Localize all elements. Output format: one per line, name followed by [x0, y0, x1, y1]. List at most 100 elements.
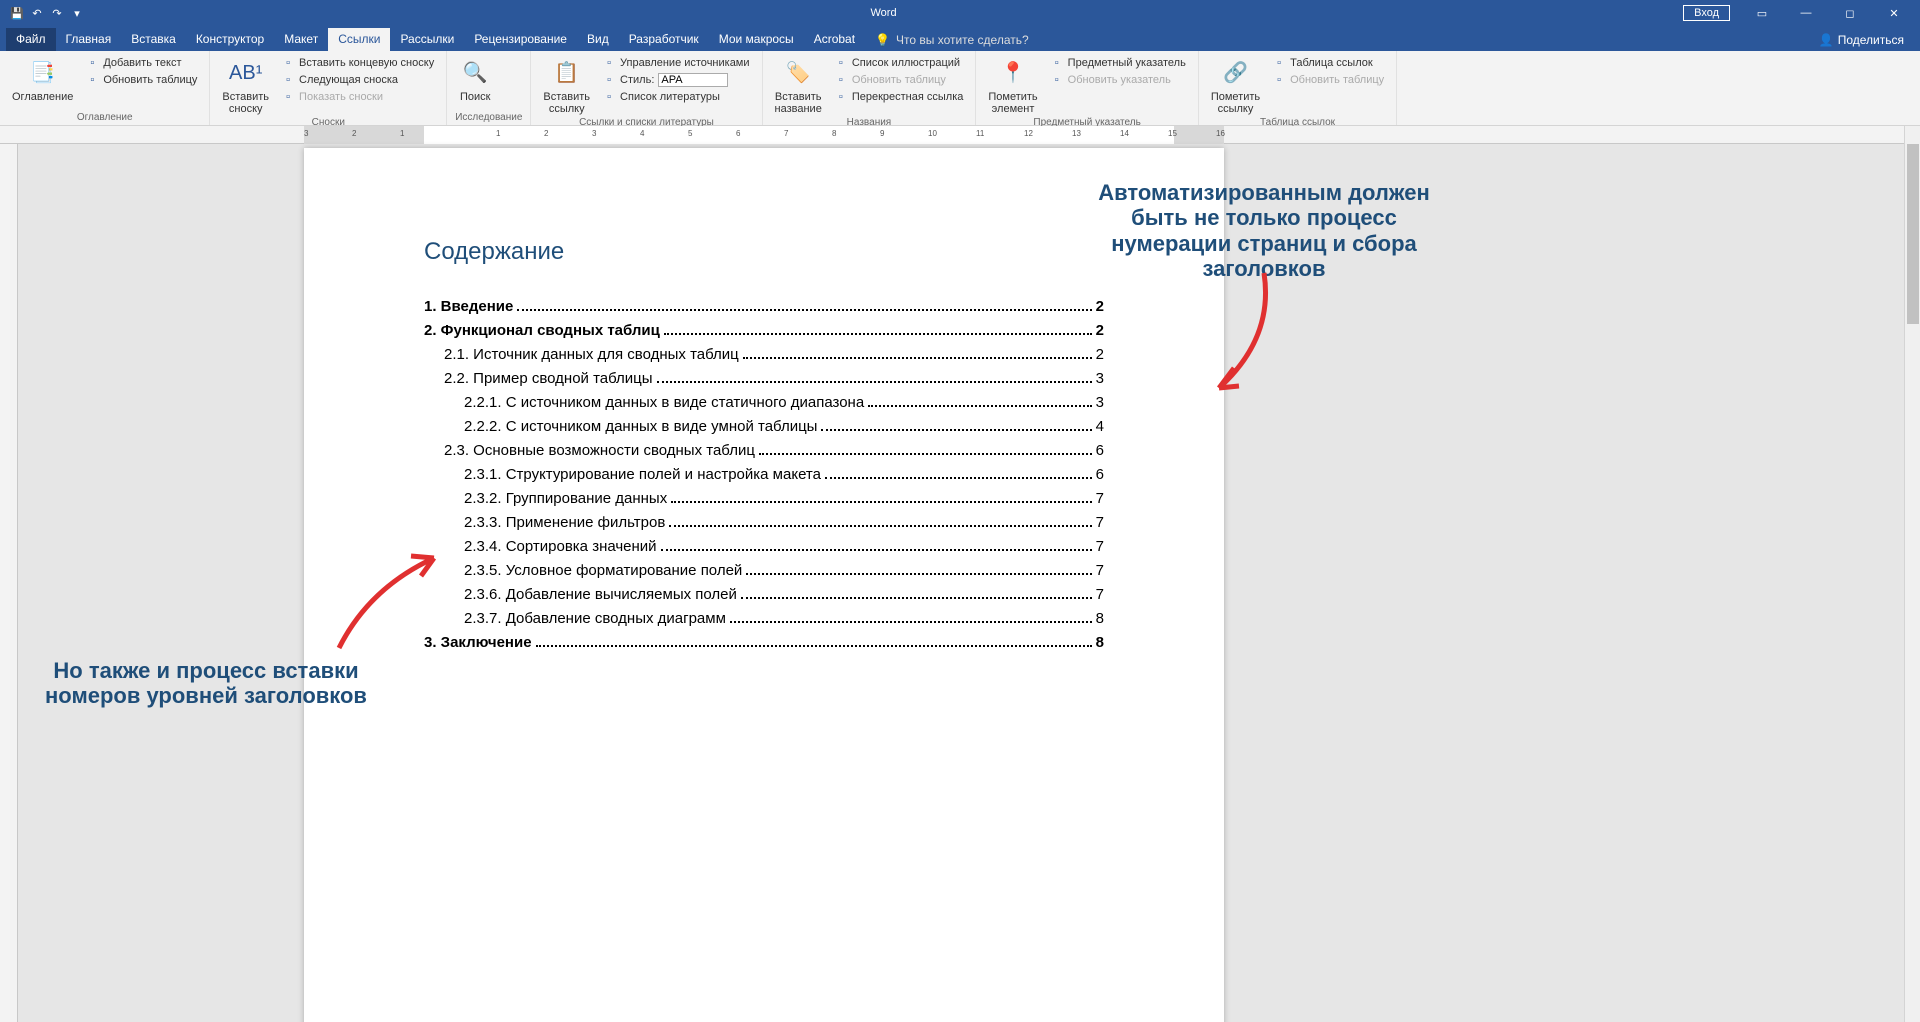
- tab-ссылки[interactable]: Ссылки: [328, 28, 390, 51]
- ribbon-big-button[interactable]: 🔗Пометитьссылку: [1207, 55, 1264, 117]
- qat-customize-icon[interactable]: ▾: [70, 6, 84, 20]
- ribbon-big-button[interactable]: 🏷️Вставитьназвание: [771, 55, 826, 117]
- share-button[interactable]: 👤 Поделиться: [1803, 29, 1920, 51]
- tab-рецензирование[interactable]: Рецензирование: [464, 28, 577, 51]
- undo-icon[interactable]: ↶: [30, 6, 44, 20]
- toc-entry[interactable]: 2.3.1. Структурирование полей и настройк…: [464, 466, 1104, 483]
- toc-entry[interactable]: 2.3.3. Применение фильтров 7: [464, 514, 1104, 531]
- toc-text: 2.2.1. С источником данных в виде статич…: [464, 394, 864, 411]
- toc-leader-dots: [746, 573, 1091, 575]
- ruler-tick: 16: [1216, 129, 1225, 138]
- ribbon-small-button[interactable]: ▫Вставить концевую сноску: [277, 55, 438, 71]
- save-icon[interactable]: 💾: [10, 6, 24, 20]
- toc-leader-dots: [661, 549, 1092, 551]
- ribbon-big-label: Вставитьназвание: [775, 91, 822, 115]
- app-title: Word: [84, 7, 1683, 19]
- scrollbar-thumb[interactable]: [1907, 144, 1919, 324]
- ribbon-small-button[interactable]: ▫Обновить таблицу: [81, 72, 201, 88]
- ruler-tick: 14: [1120, 129, 1129, 138]
- style-select[interactable]: [658, 73, 728, 87]
- tab-главная[interactable]: Главная: [56, 28, 122, 51]
- ruler-tick: 8: [832, 129, 836, 138]
- lightbulb-icon: 💡: [875, 33, 890, 47]
- small-label: Вставить концевую сноску: [299, 57, 434, 69]
- toc-entry[interactable]: 2.3.7. Добавление сводных диаграмм 8: [464, 610, 1104, 627]
- toc-entry[interactable]: 1. Введение 2: [424, 298, 1104, 315]
- small-label: Список иллюстраций: [852, 57, 960, 69]
- ribbon-small-button[interactable]: ▫Следующая сноска: [277, 72, 438, 88]
- tab-вставка[interactable]: Вставка: [121, 28, 186, 51]
- ribbon-small-button[interactable]: ▫Перекрестная ссылка: [830, 89, 968, 105]
- title-bar: 💾 ↶ ↷ ▾ Word Вход ▭ — ◻ ✕: [0, 0, 1920, 26]
- toc-text: 2. Функционал сводных таблиц: [424, 322, 660, 339]
- vertical-ruler[interactable]: [0, 144, 18, 1022]
- ribbon-small-button[interactable]: ▫Добавить текст: [81, 55, 201, 71]
- ribbon-small-button[interactable]: ▫Обновить указатель: [1046, 72, 1190, 88]
- ribbon-small-button[interactable]: ▫Список литературы: [598, 89, 753, 105]
- small-icon: ▫: [1272, 56, 1286, 70]
- small-icon: ▫: [834, 90, 848, 104]
- ruler-tick: 2: [544, 129, 548, 138]
- annotation-right: Автоматизированным должен быть не только…: [1084, 180, 1444, 281]
- tab-вид[interactable]: Вид: [577, 28, 619, 51]
- toc-entry[interactable]: 2.3.6. Добавление вычисляемых полей 7: [464, 586, 1104, 603]
- tab-acrobat[interactable]: Acrobat: [804, 28, 865, 51]
- ribbon-display-icon[interactable]: ▭: [1742, 0, 1782, 26]
- ribbon-small-button[interactable]: ▫Предметный указатель: [1046, 55, 1190, 71]
- ribbon-small-button[interactable]: ▫Показать сноски: [277, 89, 438, 105]
- tab-макет[interactable]: Макет: [274, 28, 328, 51]
- ribbon-small-button[interactable]: ▫Обновить таблицу: [830, 72, 968, 88]
- tab-разработчик[interactable]: Разработчик: [619, 28, 709, 51]
- toc-leader-dots: [669, 525, 1091, 527]
- ribbon-big-button[interactable]: 📍Пометитьэлемент: [984, 55, 1041, 117]
- tab-мои макросы[interactable]: Мои макросы: [709, 28, 804, 51]
- toc-entry[interactable]: 2.3.2. Группирование данных 7: [464, 490, 1104, 507]
- ruler-tick: 13: [1072, 129, 1081, 138]
- toc-entry[interactable]: 2.3.4. Сортировка значений 7: [464, 538, 1104, 555]
- small-icon: ▫: [602, 73, 616, 87]
- login-button[interactable]: Вход: [1683, 5, 1730, 21]
- ribbon-small-button[interactable]: ▫Стиль:: [598, 72, 753, 88]
- ribbon-big-button[interactable]: 🔍 Поиск: [455, 55, 495, 105]
- ribbon-big-button[interactable]: AB¹Вставитьсноску: [218, 55, 273, 117]
- ruler-tick: 10: [928, 129, 937, 138]
- ribbon-big-label: Поиск: [460, 91, 490, 103]
- toc-text: 2.2. Пример сводной таблицы: [444, 370, 653, 387]
- ruler-tick: 12: [1024, 129, 1033, 138]
- ribbon-small-button[interactable]: ▫Управление источниками: [598, 55, 753, 71]
- document-page[interactable]: Содержание 1. Введение 22. Функционал св…: [304, 148, 1224, 1022]
- minimize-icon[interactable]: —: [1786, 0, 1826, 26]
- tab-рассылки[interactable]: Рассылки: [390, 28, 464, 51]
- toc-entry[interactable]: 2.2. Пример сводной таблицы 3: [444, 370, 1104, 387]
- toc-entry[interactable]: 2.3.5. Условное форматирование полей 7: [464, 562, 1104, 579]
- quick-access-toolbar: 💾 ↶ ↷ ▾: [0, 6, 84, 20]
- toc-page-number: 6: [1096, 466, 1104, 483]
- ribbon-small-button[interactable]: ▫Обновить таблицу: [1268, 72, 1388, 88]
- tab-конструктор[interactable]: Конструктор: [186, 28, 274, 51]
- ribbon-icon: 🔗: [1219, 57, 1251, 89]
- ribbon-big-button[interactable]: 📑Оглавление: [8, 55, 77, 105]
- toc-entry[interactable]: 2.2.2. С источником данных в виде умной …: [464, 418, 1104, 435]
- tab-file[interactable]: Файл: [6, 28, 56, 51]
- ruler-tick: 2: [352, 129, 356, 138]
- toc-entry[interactable]: 2. Функционал сводных таблиц 2: [424, 322, 1104, 339]
- close-icon[interactable]: ✕: [1874, 0, 1914, 26]
- vertical-scrollbar[interactable]: [1904, 126, 1920, 1022]
- ribbon-small-button[interactable]: ▫Таблица ссылок: [1268, 55, 1388, 71]
- toc-entry[interactable]: 2.3. Основные возможности сводных таблиц…: [444, 442, 1104, 459]
- tell-me-search[interactable]: 💡 Что вы хотите сделать?: [865, 29, 1039, 51]
- ribbon-small-button[interactable]: ▫Список иллюстраций: [830, 55, 968, 71]
- toc-entry[interactable]: 2.1. Источник данных для сводных таблиц …: [444, 346, 1104, 363]
- ribbon-icon: 🔍: [459, 57, 491, 89]
- toc-entry[interactable]: 3. Заключение 8: [424, 634, 1104, 651]
- maximize-icon[interactable]: ◻: [1830, 0, 1870, 26]
- ribbon-big-button[interactable]: 📋Вставитьссылку: [539, 55, 594, 117]
- horizontal-ruler[interactable]: 32112345678910111213141516: [0, 126, 1904, 144]
- toc-text: 2.3.7. Добавление сводных диаграмм: [464, 610, 726, 627]
- redo-icon[interactable]: ↷: [50, 6, 64, 20]
- toc-text: 2.3.1. Структурирование полей и настройк…: [464, 466, 821, 483]
- small-icon: ▫: [1050, 73, 1064, 87]
- ribbon-icon: 📑: [27, 57, 59, 89]
- toc-entry[interactable]: 2.2.1. С источником данных в виде статич…: [464, 394, 1104, 411]
- ribbon-icon: 📍: [997, 57, 1029, 89]
